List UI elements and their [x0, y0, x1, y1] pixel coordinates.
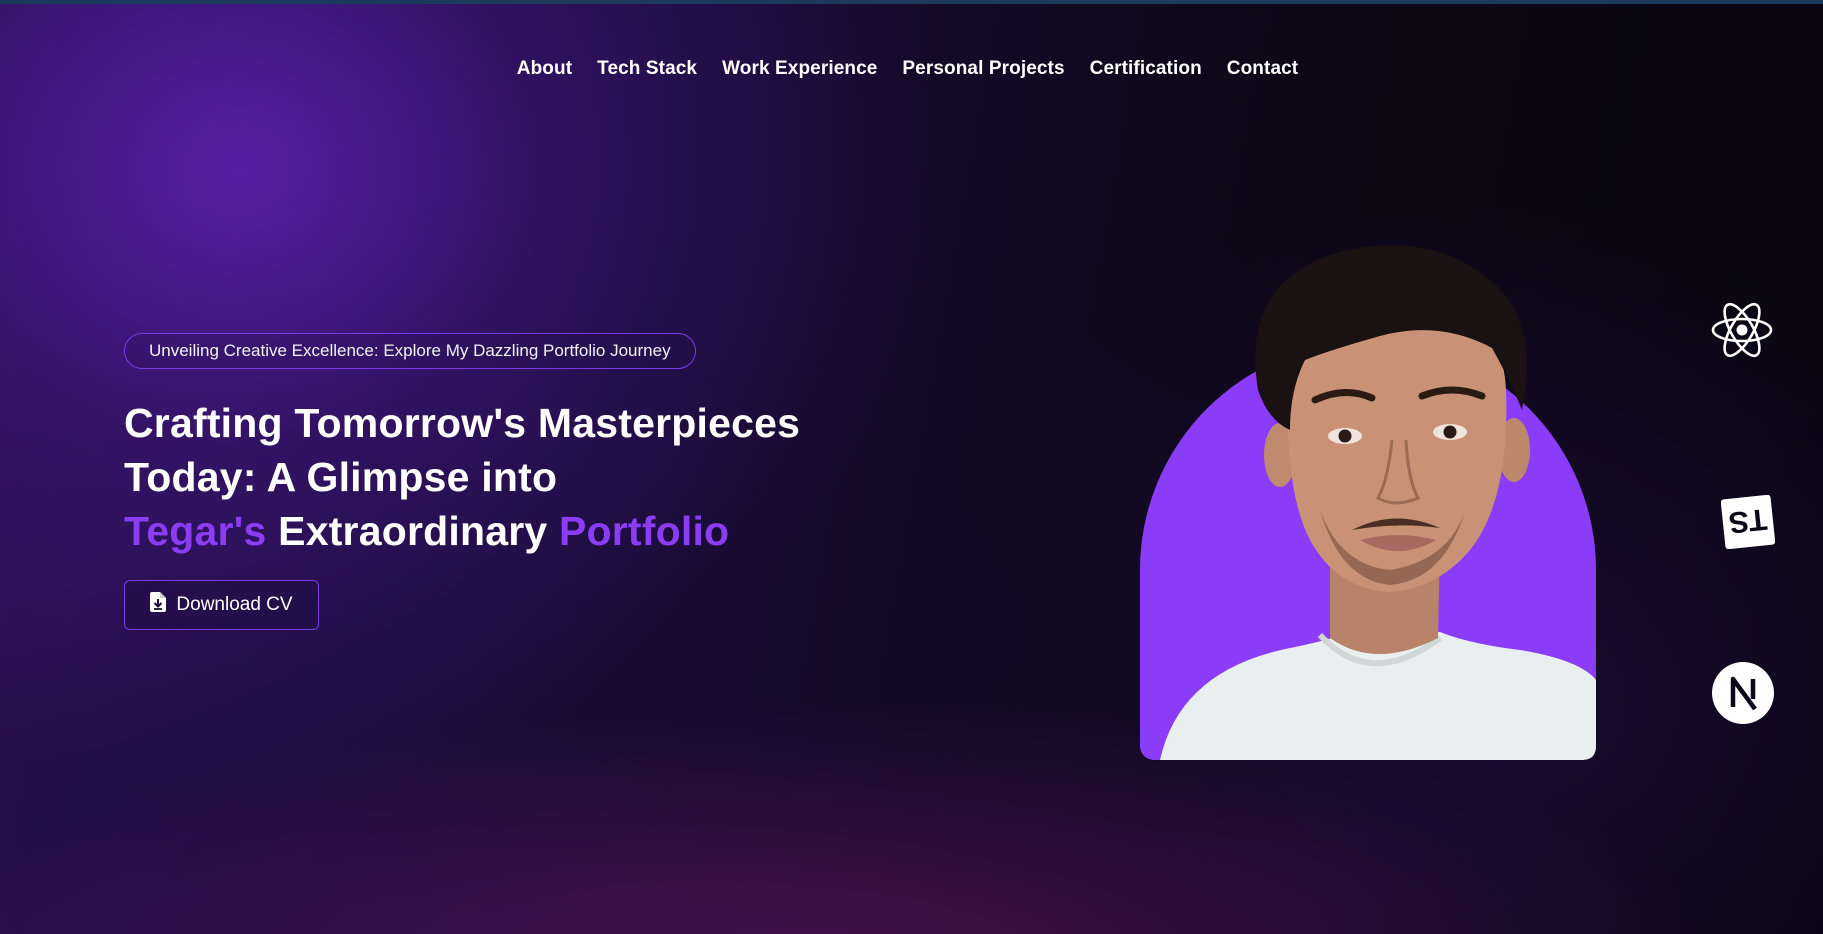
hero-tagline-pill: Unveiling Creative Excellence: Explore M… — [124, 333, 696, 369]
nav-work-experience[interactable]: Work Experience — [722, 58, 877, 80]
nav-links: About Tech Stack Work Experience Persona… — [517, 58, 1298, 80]
nav-about[interactable]: About — [517, 58, 572, 80]
typescript-icon: TS — [1716, 490, 1780, 554]
hero-tagline: Unveiling Creative Excellence: Explore M… — [149, 341, 671, 360]
nav-personal-projects[interactable]: Personal Projects — [902, 58, 1064, 80]
browser-top-strip — [0, 0, 1823, 4]
headline-line-2: Today: A Glimpse into — [124, 454, 558, 500]
headline-portfolio-accent: Portfolio — [558, 508, 730, 554]
nextjs-icon — [1711, 661, 1775, 725]
headline-name-accent: Tegar's — [124, 508, 267, 554]
react-icon — [1710, 298, 1774, 362]
download-cv-button[interactable]: Download CV — [124, 580, 319, 630]
headline-line-3: Tegar's Extraordinary Portfolio — [124, 504, 800, 558]
nav-certification[interactable]: Certification — [1090, 58, 1202, 80]
profile-portrait — [1140, 240, 1596, 760]
portfolio-page: About Tech Stack Work Experience Persona… — [0, 0, 1823, 934]
download-cv-label: Download CV — [176, 594, 293, 615]
typescript-icon-text: TS — [1727, 502, 1769, 539]
profile-photo — [1160, 245, 1596, 760]
main-nav: About Tech Stack Work Experience Persona… — [0, 58, 1823, 80]
nav-tech-stack[interactable]: Tech Stack — [597, 58, 697, 80]
hero-headline: Crafting Tomorrow's Masterpieces Today: … — [124, 396, 800, 558]
file-download-icon — [150, 592, 167, 618]
headline-line-3-middle: Extraordinary — [266, 508, 559, 554]
nav-contact[interactable]: Contact — [1227, 58, 1298, 80]
headline-line-1: Crafting Tomorrow's Masterpieces — [124, 400, 801, 446]
